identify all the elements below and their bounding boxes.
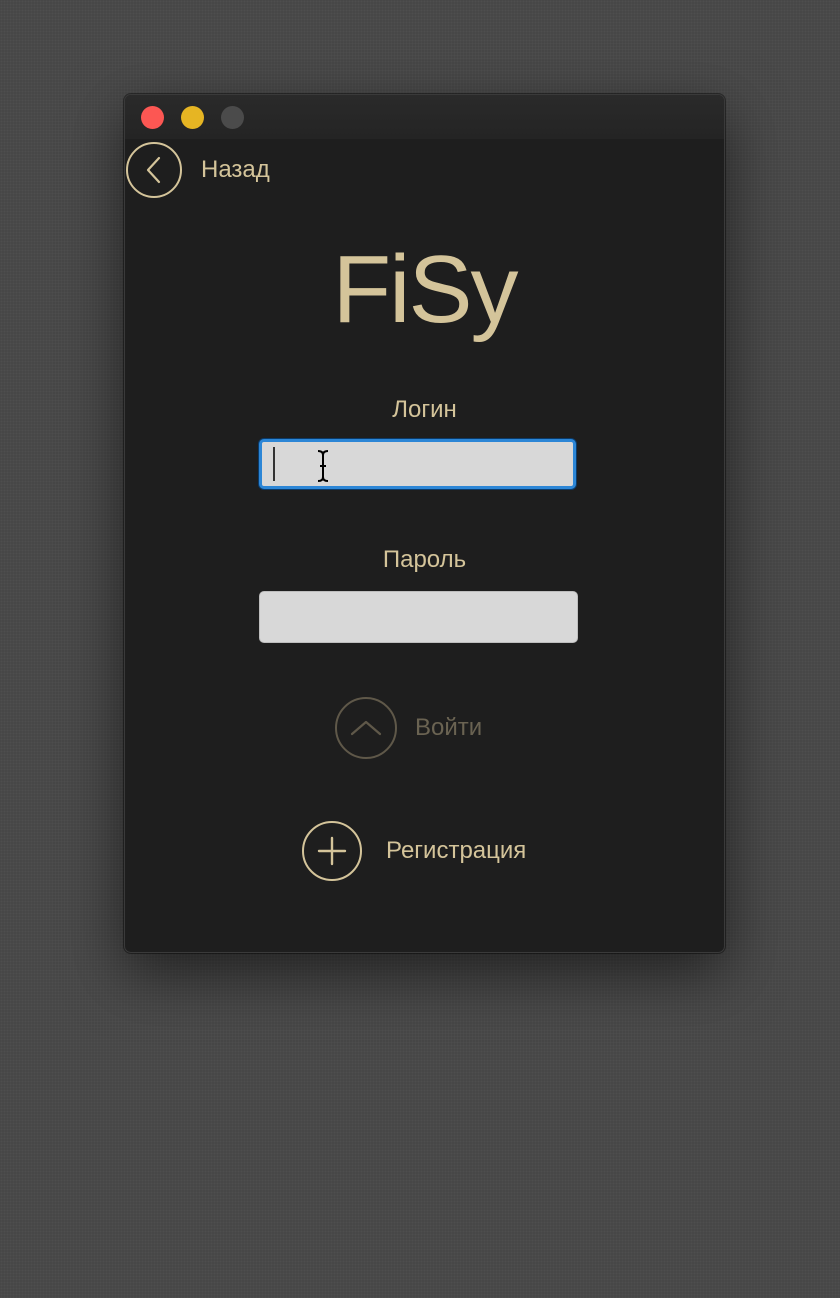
app-logo: FiSy [332,236,519,343]
login-button-label: Войти [415,714,483,741]
password-input[interactable] [259,591,578,643]
back-button[interactable]: Назад [126,139,270,201]
maximize-window-button [221,106,244,129]
app-window: Назад FiSy Логин Пароль Войти Регистраци… [124,94,725,953]
plus-icon [302,821,362,881]
ibeam-cursor-icon [315,449,331,488]
login-label: Логин [392,396,457,423]
title-bar[interactable] [125,95,724,139]
close-window-button[interactable] [141,106,164,129]
chevron-left-icon [126,142,182,198]
register-button-label: Регистрация [386,837,527,864]
login-button[interactable]: Войти [335,697,482,759]
chevron-up-icon [335,697,397,759]
text-caret [273,447,275,481]
minimize-window-button[interactable] [181,106,204,129]
back-button-label: Назад [201,156,270,183]
password-label: Пароль [382,546,467,573]
register-button[interactable]: Регистрация [302,820,526,882]
login-input[interactable] [259,439,576,489]
